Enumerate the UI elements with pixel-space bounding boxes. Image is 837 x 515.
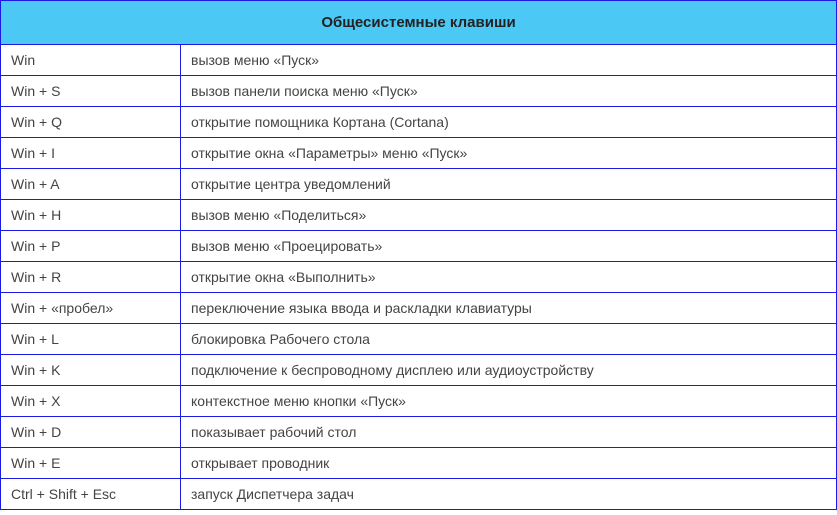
shortcut-description: запуск Диспетчера задач (181, 479, 837, 510)
table-title: Общесистемные клавиши (1, 1, 837, 45)
shortcut-description: открывает проводник (181, 448, 837, 479)
shortcut-description: вызов панели поиска меню «Пуск» (181, 76, 837, 107)
table-row: Win + Dпоказывает рабочий стол (1, 417, 837, 448)
shortcut-key: Win + «пробел» (1, 293, 181, 324)
shortcuts-table: Общесистемные клавиши Winвызов меню «Пус… (0, 0, 837, 510)
shortcut-key: Ctrl + Shift + Esc (1, 479, 181, 510)
shortcut-key: Win (1, 45, 181, 76)
table-row: Win + Rоткрытие окна «Выполнить» (1, 262, 837, 293)
shortcut-description: открытие окна «Параметры» меню «Пуск» (181, 138, 837, 169)
shortcut-description: блокировка Рабочего стола (181, 324, 837, 355)
shortcut-key: Win + Q (1, 107, 181, 138)
shortcut-key: Win + H (1, 200, 181, 231)
shortcut-key: Win + P (1, 231, 181, 262)
shortcut-key: Win + L (1, 324, 181, 355)
shortcut-description: вызов меню «Поделиться» (181, 200, 837, 231)
table-row: Win + Lблокировка Рабочего стола (1, 324, 837, 355)
table-row: Win + Hвызов меню «Поделиться» (1, 200, 837, 231)
table-row: Ctrl + Shift + Escзапуск Диспетчера зада… (1, 479, 837, 510)
table-row: Winвызов меню «Пуск» (1, 45, 837, 76)
shortcut-description: открытие помощника Кортана (Cortana) (181, 107, 837, 138)
table-row: Win + «пробел»переключение языка ввода и… (1, 293, 837, 324)
shortcut-key: Win + R (1, 262, 181, 293)
shortcut-description: открытие окна «Выполнить» (181, 262, 837, 293)
table-row: Win + Xконтекстное меню кнопки «Пуск» (1, 386, 837, 417)
shortcut-description: вызов меню «Пуск» (181, 45, 837, 76)
shortcut-description: контекстное меню кнопки «Пуск» (181, 386, 837, 417)
table-row: Win + Aоткрытие центра уведомлений (1, 169, 837, 200)
table-row: Win + Kподключение к беспроводному диспл… (1, 355, 837, 386)
table-row: Win + Pвызов меню «Проецировать» (1, 231, 837, 262)
shortcut-key: Win + D (1, 417, 181, 448)
shortcut-key: Win + S (1, 76, 181, 107)
table-row: Win + Eоткрывает проводник (1, 448, 837, 479)
shortcut-key: Win + K (1, 355, 181, 386)
table-row: Win + Qоткрытие помощника Кортана (Corta… (1, 107, 837, 138)
shortcut-description: вызов меню «Проецировать» (181, 231, 837, 262)
shortcut-key: Win + I (1, 138, 181, 169)
shortcut-description: показывает рабочий стол (181, 417, 837, 448)
shortcut-key: Win + A (1, 169, 181, 200)
shortcut-description: открытие центра уведомлений (181, 169, 837, 200)
table-row: Win + Iоткрытие окна «Параметры» меню «П… (1, 138, 837, 169)
shortcut-description: подключение к беспроводному дисплею или … (181, 355, 837, 386)
table-row: Win + Sвызов панели поиска меню «Пуск» (1, 76, 837, 107)
shortcut-description: переключение языка ввода и раскладки кла… (181, 293, 837, 324)
shortcut-key: Win + E (1, 448, 181, 479)
shortcut-key: Win + X (1, 386, 181, 417)
